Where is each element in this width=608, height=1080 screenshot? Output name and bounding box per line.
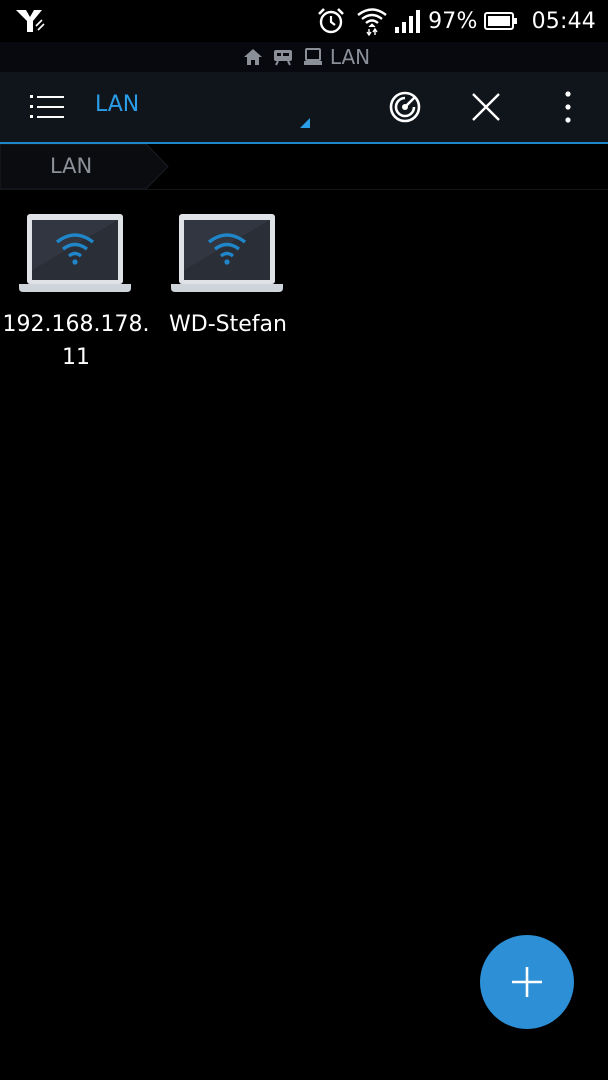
more-vert-icon[interactable] [556,91,580,123]
toolbar-title: LAN [95,92,140,117]
close-icon[interactable] [470,91,502,123]
home-icon[interactable] [242,47,264,67]
laptop-wifi-icon [19,212,131,294]
device-item[interactable]: 192.168.178.11 [1,212,151,382]
alarm-clock-icon [316,6,346,36]
storage-icon[interactable] [272,47,294,67]
cell-signal-icon [394,8,422,34]
toolbar: LAN [0,72,608,142]
carrier-logo-icon [14,6,46,36]
device-name: 192.168.178.11 [2,312,150,370]
laptop-wifi-icon [171,212,283,294]
dropdown-caret-icon [300,118,310,128]
breadcrumb: LAN [0,144,608,190]
breadcrumb-label: LAN [50,154,93,178]
breadcrumb-item-lan[interactable]: LAN [0,144,170,189]
radar-scan-icon[interactable] [388,90,422,124]
battery-icon [483,11,518,31]
device-name: WD-Stefan [169,312,287,337]
wifi-icon [356,6,388,37]
add-fab-button[interactable] [480,935,574,1029]
window-path-strip: LAN [0,42,608,72]
computer-icon[interactable] [302,47,324,67]
window-selector-dropdown[interactable]: LAN [95,72,315,142]
battery-percent: 97% [428,8,478,34]
clock: 05:44 [531,8,596,34]
menu-icon[interactable] [30,92,64,122]
device-item[interactable]: WD-Stefan [153,212,303,382]
status-bar: 97% 05:44 [0,0,608,42]
screen: 97% 05:44 LAN LAN LAN 192.168.178.11 WD-… [0,0,608,1080]
window-path-label: LAN [329,45,371,69]
